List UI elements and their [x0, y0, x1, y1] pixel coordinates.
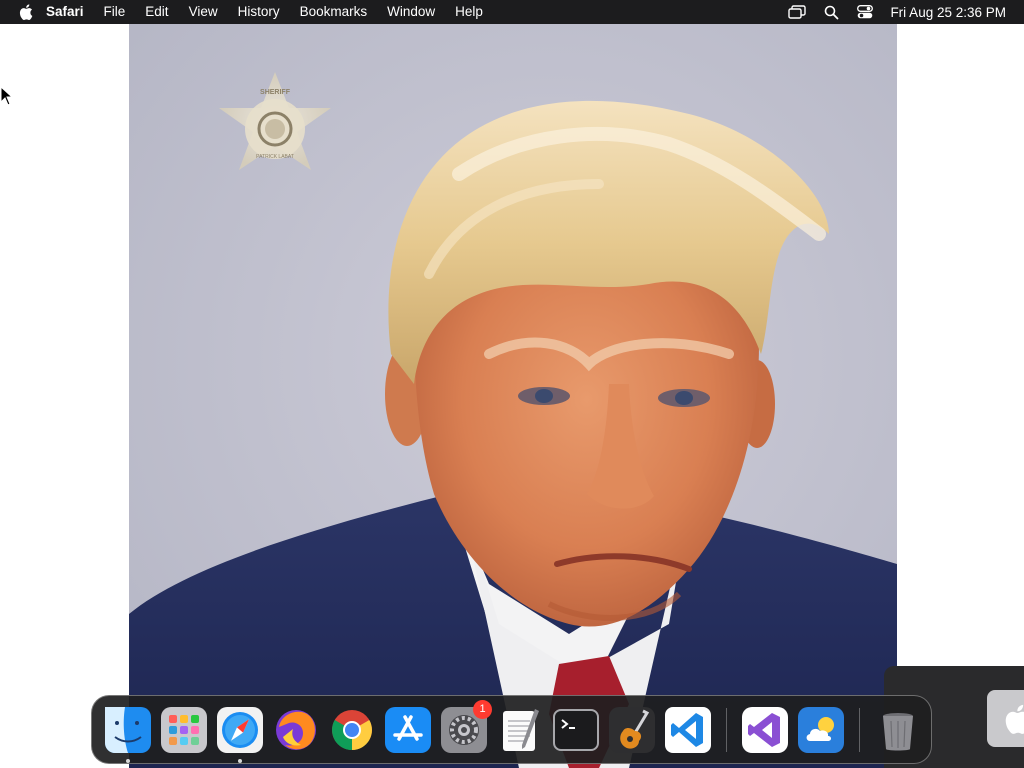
dock: 1: [91, 695, 932, 764]
menu-app-name[interactable]: Safari: [40, 0, 94, 24]
screen-mirroring-button[interactable]: [786, 0, 808, 24]
menu-history[interactable]: History: [228, 0, 290, 24]
launchpad-icon: [161, 706, 207, 753]
spotlight-search-icon: [824, 5, 839, 19]
dock-item-launchpad[interactable]: [160, 706, 208, 754]
dock-item-app-store[interactable]: [384, 706, 432, 754]
trash-icon: [883, 712, 913, 750]
menu-bar-clock[interactable]: Fri Aug 25 2:36 PM: [882, 5, 1024, 20]
control-center-button[interactable]: [854, 0, 876, 24]
terminal-icon: [553, 708, 599, 751]
running-indicator: [126, 758, 130, 763]
spotlight-button[interactable]: [820, 0, 842, 24]
dock-item-garageband[interactable]: [608, 706, 656, 754]
menu-window[interactable]: Window: [377, 0, 445, 24]
svg-text:SHERIFF: SHERIFF: [260, 89, 291, 96]
finder-icon: [105, 706, 151, 753]
dock-item-firefox[interactable]: [272, 706, 320, 754]
app-store-icon: [385, 706, 431, 753]
safari-icon: [217, 706, 263, 753]
photo-image: SHERIFF PATRICK LABAT: [129, 24, 897, 768]
garageband-icon: [609, 706, 655, 753]
menu-help[interactable]: Help: [445, 0, 493, 24]
desktop: Safari File Edit View History Bookmarks …: [0, 0, 1024, 768]
menu-bookmarks[interactable]: Bookmarks: [290, 0, 378, 24]
menu-edit[interactable]: Edit: [135, 0, 178, 24]
dock-item-system-settings[interactable]: 1: [440, 699, 492, 754]
apple-menu[interactable]: [12, 4, 40, 20]
screen-mirroring-icon: [788, 5, 807, 19]
dock-separator: [726, 707, 727, 752]
apple-logo-icon: [19, 4, 33, 20]
firefox-icon: [276, 709, 316, 750]
dock-item-visual-studio[interactable]: [741, 706, 789, 754]
notification-badge: 1: [473, 699, 492, 719]
window-thumbnail[interactable]: [987, 690, 1024, 747]
chrome-icon: [332, 709, 372, 750]
dock-item-terminal[interactable]: [552, 706, 600, 754]
dock-item-weather[interactable]: [797, 706, 845, 754]
vscode-icon: [665, 706, 711, 753]
svg-text:PATRICK LABAT: PATRICK LABAT: [256, 154, 294, 160]
dock-item-textedit[interactable]: [496, 706, 544, 754]
menu-view[interactable]: View: [179, 0, 228, 24]
textedit-icon: [503, 708, 539, 751]
dock-item-vscode[interactable]: [664, 706, 712, 754]
visual-studio-icon: [742, 706, 788, 753]
dock-item-finder[interactable]: [104, 706, 152, 763]
mouse-cursor-icon: [0, 86, 14, 106]
dock-item-chrome[interactable]: [328, 706, 376, 754]
running-indicator: [238, 758, 242, 763]
menu-file[interactable]: File: [94, 0, 136, 24]
dock-item-trash[interactable]: [874, 706, 922, 754]
dock-item-safari[interactable]: [216, 706, 264, 763]
control-center-icon: [857, 5, 874, 19]
weather-icon: [798, 706, 844, 753]
apple-logo-icon: [1005, 704, 1024, 734]
menu-bar: Safari File Edit View History Bookmarks …: [0, 0, 1024, 24]
dock-separator: [859, 707, 860, 752]
